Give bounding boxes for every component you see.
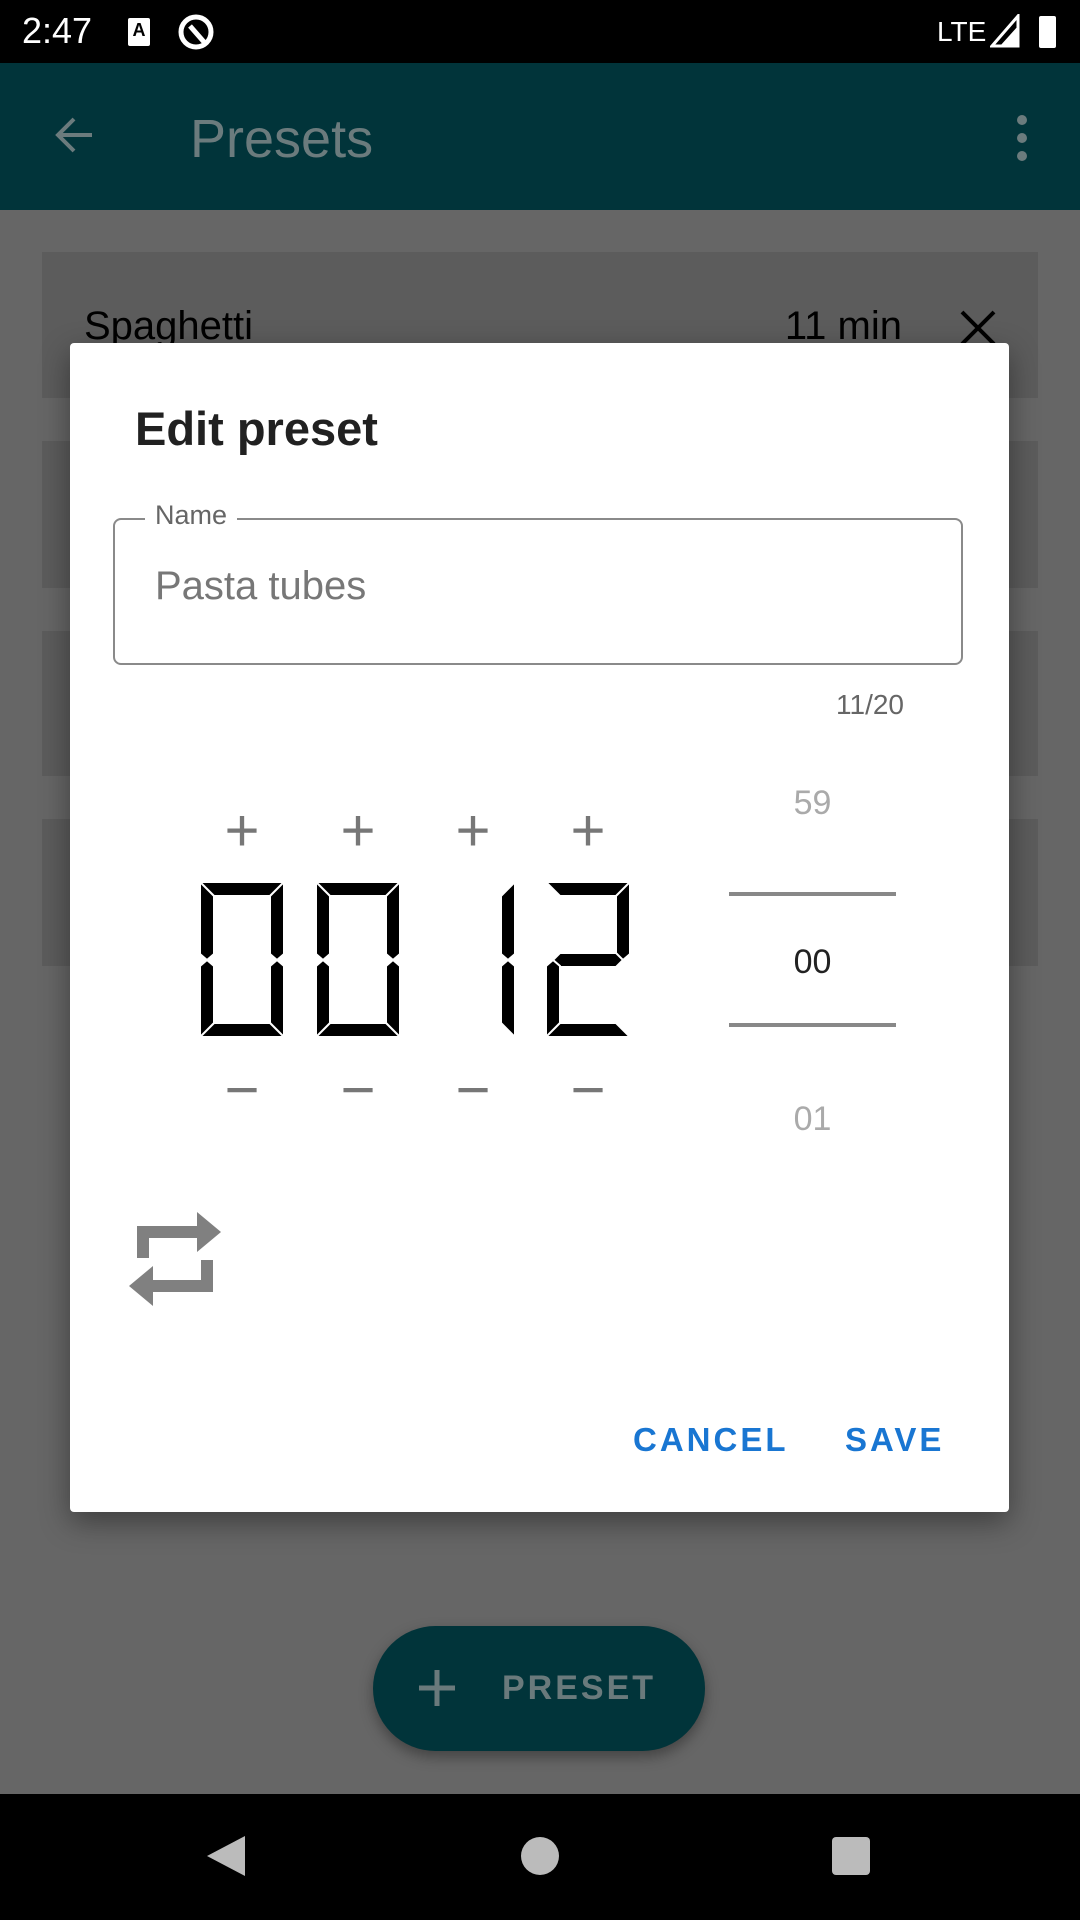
seconds-next[interactable]: 01 (729, 1100, 896, 1139)
increment-digit-button[interactable]: + (433, 801, 513, 861)
name-label: Name (145, 500, 238, 531)
digit-segment (200, 882, 215, 962)
decrement-digit-button[interactable]: − (318, 1060, 398, 1120)
seconds-current[interactable]: 00 (729, 943, 896, 982)
save-button[interactable]: SAVE (845, 1421, 944, 1459)
status-time: 2:47 (22, 10, 93, 51)
page-title: Presets (190, 109, 374, 169)
repeat-icon[interactable] (127, 1208, 223, 1311)
keyboard-a-icon: A (128, 18, 150, 46)
add-preset-button[interactable]: PRESET (373, 1626, 705, 1751)
decrement-digit-button[interactable]: − (202, 1060, 282, 1120)
signal-icon (990, 14, 1020, 48)
digit-segment (546, 1022, 630, 1037)
battery-icon (1039, 16, 1056, 48)
back-nav-icon[interactable] (205, 1834, 247, 1878)
name-input[interactable]: Pasta tubes (155, 564, 366, 609)
timer-digit (316, 882, 400, 1037)
digit-segment (200, 958, 215, 1037)
digit-segment (269, 882, 284, 962)
decrement-digit-button[interactable]: − (433, 1060, 513, 1120)
home-nav-icon[interactable] (521, 1837, 559, 1875)
increment-digit-button[interactable]: + (548, 801, 628, 861)
toolbar: Presets (0, 63, 1080, 210)
edit-preset-dialog: Edit preset Name Pasta tubes 11/20 + − + − +… (70, 343, 1009, 1512)
network-type: LTE (937, 16, 987, 47)
picker-divider (729, 892, 896, 896)
digit-segment (615, 882, 630, 962)
timer-digit (500, 882, 515, 1037)
digit-segment (551, 952, 625, 968)
recents-nav-icon[interactable] (832, 1837, 870, 1875)
status-bar: 2:47 A LTE (0, 0, 1080, 63)
decrement-digit-button[interactable]: − (548, 1060, 628, 1120)
arrow-left-icon[interactable] (50, 111, 98, 159)
digit-segment (500, 958, 515, 1037)
digit-segment (385, 882, 400, 962)
cancel-button[interactable]: CANCEL (633, 1421, 789, 1459)
plus-icon (419, 1670, 455, 1706)
timer-digit (546, 882, 630, 1037)
digit-segment (316, 958, 331, 1037)
picker-divider (729, 1023, 896, 1027)
digit-segment (500, 882, 515, 962)
seconds-prev[interactable]: 59 (729, 784, 896, 823)
dialog-title: Edit preset (135, 402, 378, 455)
navigation-bar (0, 1794, 1080, 1920)
char-counter: 11/20 (836, 689, 904, 720)
name-field[interactable]: Name Pasta tubes (113, 500, 963, 665)
more-vert-icon[interactable] (1010, 113, 1034, 163)
digit-segment (316, 882, 331, 962)
data-saver-icon (178, 14, 214, 50)
increment-digit-button[interactable]: + (202, 801, 282, 861)
timer-digit (200, 882, 284, 1037)
add-preset-label: PRESET (502, 1669, 657, 1707)
close-icon[interactable] (958, 308, 998, 348)
increment-digit-button[interactable]: + (318, 801, 398, 861)
